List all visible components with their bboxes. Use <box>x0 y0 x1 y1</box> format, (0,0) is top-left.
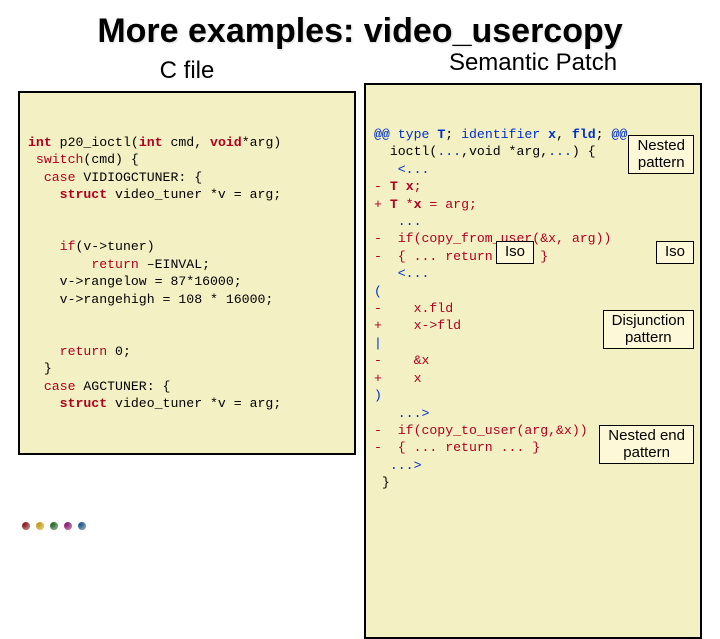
columns: C file int p20_ioctl(int cmd, void*arg) … <box>0 51 720 639</box>
left-heading: C file <box>160 57 215 85</box>
annot-nested-end: Nested end pattern <box>599 425 694 464</box>
left-column: C file int p20_ioctl(int cmd, void*arg) … <box>18 51 356 455</box>
right-heading: Semantic Patch <box>449 49 617 77</box>
c-file-codebox: int p20_ioctl(int cmd, void*arg) switch(… <box>18 91 356 455</box>
annot-nested: Nested pattern <box>628 135 694 174</box>
slide-title: More examples: video_usercopy <box>0 0 720 51</box>
annot-iso-2: Iso <box>656 241 694 264</box>
semantic-patch-codebox: @@ type T; identifier x, fld; @@ ioctl(.… <box>364 83 702 639</box>
c-file-code: int p20_ioctl(int cmd, void*arg) switch(… <box>28 134 346 413</box>
right-column: Semantic Patch @@ type T; identifier x, … <box>364 51 702 639</box>
dot-icon <box>22 522 30 530</box>
dot-icon <box>50 522 58 530</box>
slide: More examples: video_usercopy C file int… <box>0 0 720 540</box>
footer-dots <box>22 522 86 530</box>
dot-icon <box>36 522 44 530</box>
dot-icon <box>78 522 86 530</box>
annot-iso-1: Iso <box>496 241 534 264</box>
dot-icon <box>64 522 72 530</box>
annot-disjunction: Disjunction pattern <box>603 310 694 349</box>
